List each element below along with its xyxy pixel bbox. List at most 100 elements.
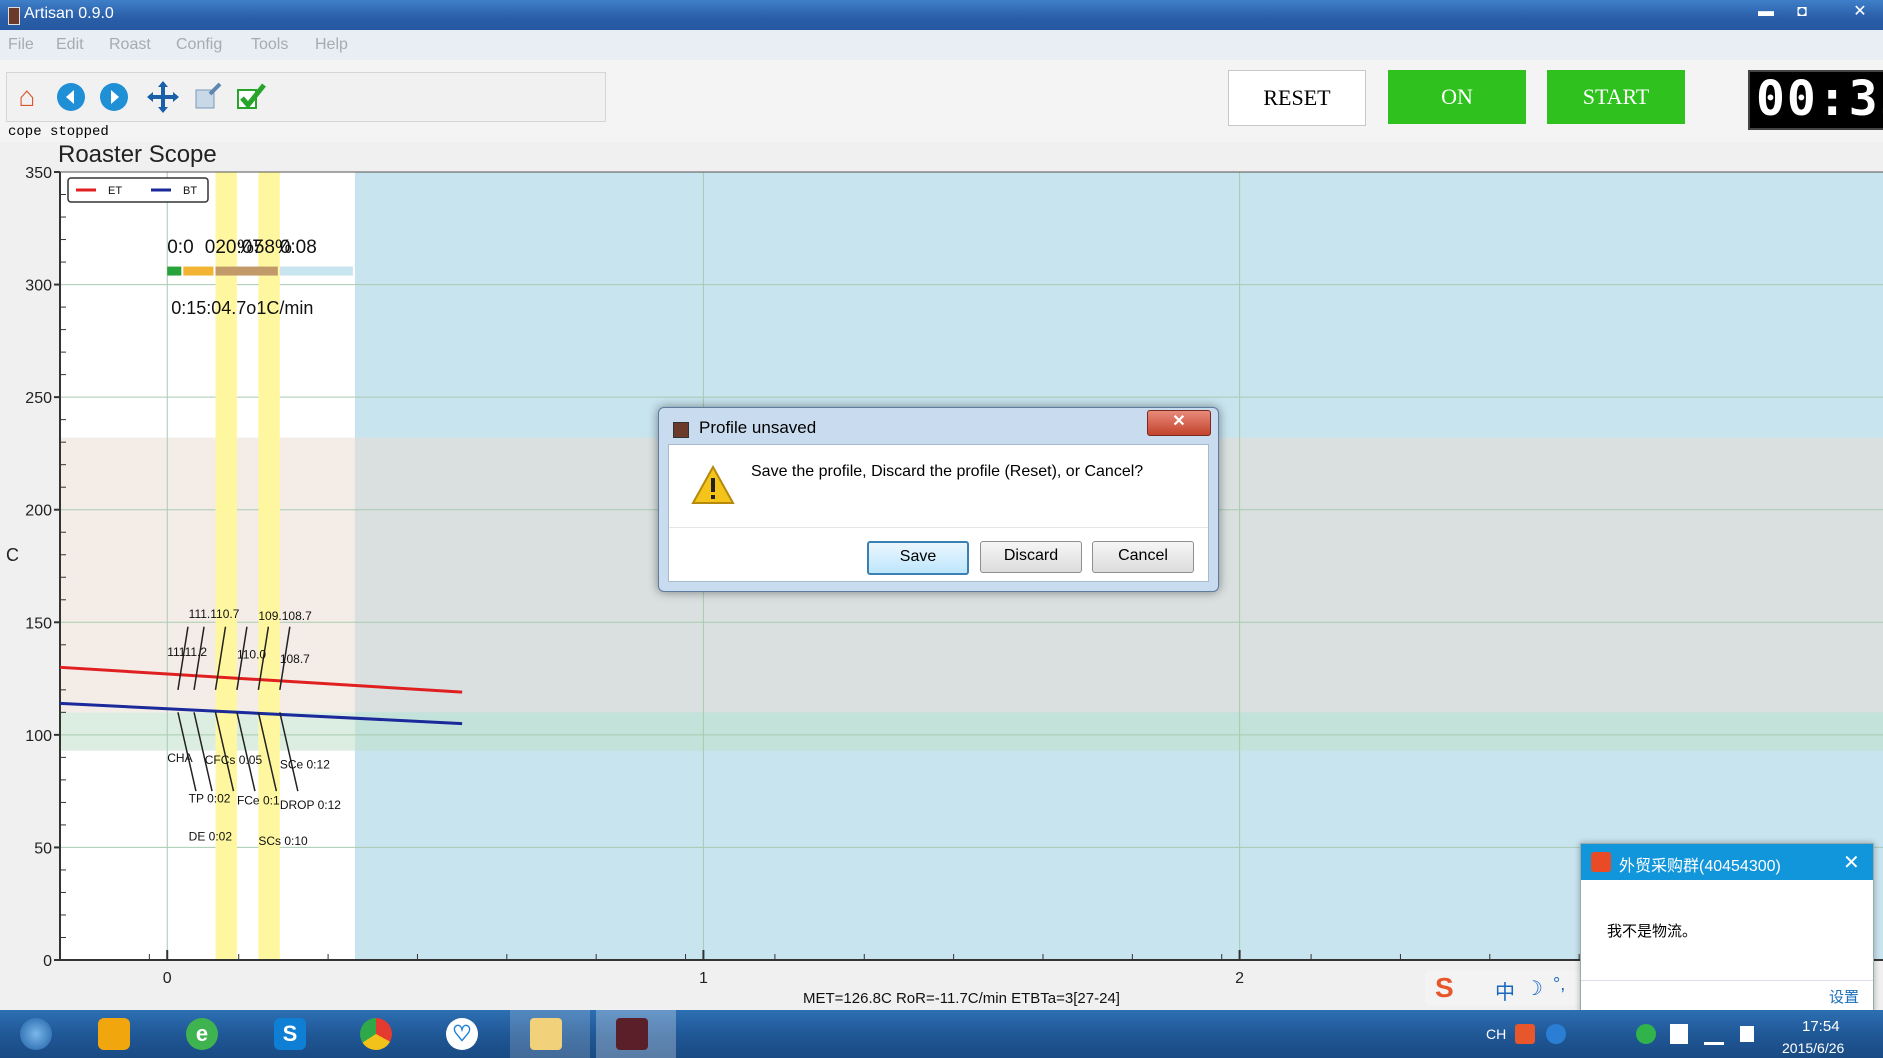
menu-config[interactable]: Config bbox=[176, 36, 222, 54]
cancel-button[interactable]: Cancel bbox=[1092, 541, 1194, 573]
close-window-button[interactable]: ✕ bbox=[1840, 0, 1880, 26]
taskbar-app-4[interactable] bbox=[340, 1010, 412, 1058]
event-temp-label: 11111.2 bbox=[167, 645, 207, 659]
tray-security-icon[interactable] bbox=[1636, 1024, 1656, 1044]
tray-volume-icon[interactable] bbox=[1740, 1026, 1754, 1042]
browser-icon: e bbox=[186, 1018, 218, 1050]
readout-bar: MET=126.8C RoR=-11.7C/min ETBTa=3[27-24] bbox=[803, 990, 1120, 1007]
ror-label: 0:15:04.7o1C/min bbox=[171, 298, 313, 318]
dialog-app-icon bbox=[673, 422, 689, 438]
warning-icon bbox=[691, 464, 735, 510]
x-tick-label: 2 bbox=[1235, 970, 1244, 987]
start-button-windows[interactable] bbox=[0, 1010, 72, 1058]
start-button[interactable]: START bbox=[1547, 70, 1685, 124]
tray-flag-icon[interactable] bbox=[1670, 1024, 1688, 1044]
plot-legend: ET BT bbox=[67, 177, 209, 203]
media-icon bbox=[360, 1018, 392, 1050]
dialog-separator bbox=[669, 527, 1208, 528]
notification-message[interactable]: 我不是物流。 bbox=[1607, 920, 1697, 941]
save-button[interactable]: Save bbox=[867, 541, 969, 575]
event-label: DROP 0:12 bbox=[280, 798, 341, 812]
home-icon[interactable]: ⌂ bbox=[10, 80, 44, 114]
menu-file[interactable]: File bbox=[8, 36, 34, 54]
pan-icon[interactable] bbox=[146, 80, 180, 114]
forward-icon[interactable] bbox=[97, 80, 131, 114]
menu-roast[interactable]: Roast bbox=[109, 36, 151, 54]
profile-unsaved-dialog: Profile unsaved ✕ Save the profile, Disc… bbox=[658, 407, 1219, 592]
tray-network-icon[interactable] bbox=[1704, 1026, 1724, 1045]
nav-toolbar-frame bbox=[6, 72, 606, 122]
window-titlebar: Artisan 0.9.0 ▬ ◘ ✕ bbox=[0, 0, 1883, 30]
group-icon bbox=[1591, 852, 1611, 872]
phase-bar-0 bbox=[167, 266, 182, 276]
clock-date[interactable]: 2015/6/26 bbox=[1782, 1040, 1844, 1056]
chat-notification-popup[interactable]: 外贸采购群(40454300) ✕ 我不是物流。 设置 bbox=[1580, 843, 1874, 1013]
dialog-title: Profile unsaved bbox=[699, 418, 817, 437]
app-logo-icon bbox=[98, 1018, 130, 1050]
y-tick-label: 350 bbox=[25, 165, 52, 182]
event-label: SCe 0:12 bbox=[280, 758, 330, 772]
event-temp-label: 110.0 bbox=[237, 647, 266, 661]
notification-close-button[interactable]: ✕ bbox=[1843, 850, 1860, 875]
notification-divider bbox=[1581, 980, 1873, 981]
moon-icon[interactable]: ☽ bbox=[1525, 976, 1543, 1001]
taskbar-app-2[interactable]: e bbox=[166, 1010, 238, 1058]
app-icon bbox=[8, 7, 20, 25]
ime-mode[interactable]: 中 bbox=[1495, 976, 1515, 1005]
event-temp-label: 111.110.7 bbox=[189, 607, 240, 621]
windows-logo-icon bbox=[20, 1018, 52, 1050]
event-label: TP 0:02 bbox=[189, 791, 231, 805]
status-text: cope stopped bbox=[8, 124, 109, 140]
tray-language[interactable]: CH bbox=[1486, 1026, 1506, 1042]
clock-time[interactable]: 17:54 bbox=[1802, 1018, 1840, 1035]
taskbar-app-3[interactable]: S bbox=[254, 1010, 326, 1058]
notification-header: 外贸采购群(40454300) ✕ bbox=[1581, 844, 1873, 880]
taskbar-artisan[interactable] bbox=[596, 1010, 676, 1058]
y-tick-label: 150 bbox=[25, 615, 52, 632]
menu-help[interactable]: Help bbox=[315, 36, 348, 54]
taskbar-app-5[interactable]: ♡ bbox=[426, 1010, 498, 1058]
punctuation-toggle[interactable]: °, bbox=[1553, 974, 1565, 995]
artisan-icon bbox=[616, 1018, 648, 1050]
phase-bar-1 bbox=[183, 266, 214, 276]
tray-help-icon[interactable] bbox=[1546, 1024, 1566, 1044]
s-app-icon: S bbox=[274, 1018, 306, 1050]
event-label: CFCs 0:05 bbox=[205, 753, 263, 767]
minimize-button[interactable]: ▬ bbox=[1748, 0, 1784, 26]
event-label: DE 0:02 bbox=[189, 830, 233, 844]
tray-ime-icon[interactable] bbox=[1515, 1024, 1535, 1044]
menu-bar: File Edit Roast Config Tools Help bbox=[0, 30, 1883, 60]
on-button[interactable]: ON bbox=[1388, 70, 1526, 124]
taskbar-explorer[interactable] bbox=[510, 1010, 590, 1058]
dialog-message: Save the profile, Discard the profile (R… bbox=[751, 463, 1144, 480]
taskbar: e S ♡ CH 17:54 2015/6/26 bbox=[0, 1010, 1883, 1058]
sogou-logo-icon: S bbox=[1435, 972, 1454, 1003]
x-tick-label: 0 bbox=[163, 970, 172, 987]
back-icon[interactable] bbox=[54, 80, 88, 114]
discard-button[interactable]: Discard bbox=[980, 541, 1082, 573]
zoom-icon[interactable] bbox=[190, 80, 224, 114]
phase-bar-2 bbox=[215, 266, 278, 276]
menu-edit[interactable]: Edit bbox=[56, 36, 84, 54]
dialog-body: Save the profile, Discard the profile (R… bbox=[668, 444, 1209, 582]
ime-toolbar[interactable]: S 中 ☽ °, bbox=[1425, 970, 1585, 1006]
x-tick-label: 1 bbox=[699, 970, 708, 987]
event-temp-label: 108.7 bbox=[280, 652, 310, 666]
menu-tools[interactable]: Tools bbox=[251, 36, 288, 54]
toolbar: ⌂ RESET ON START 00:35 bbox=[0, 60, 1883, 142]
y-tick-label: 50 bbox=[34, 840, 52, 857]
y-tick-label: 200 bbox=[25, 503, 52, 520]
maximize-button[interactable]: ◘ bbox=[1784, 0, 1820, 26]
heart-app-icon: ♡ bbox=[446, 1018, 478, 1050]
dialog-close-button[interactable]: ✕ bbox=[1147, 410, 1211, 436]
y-tick-label: 100 bbox=[25, 728, 52, 745]
window-title: Artisan 0.9.0 bbox=[24, 5, 114, 22]
taskbar-app-1[interactable] bbox=[78, 1010, 150, 1058]
phase-bar-3 bbox=[279, 266, 353, 276]
roast-timer-display: 00:35 bbox=[1748, 70, 1883, 130]
y-tick-label: 0 bbox=[43, 953, 52, 970]
notification-settings-link[interactable]: 设置 bbox=[1829, 986, 1859, 1007]
check-icon[interactable] bbox=[234, 80, 268, 114]
reset-button[interactable]: RESET bbox=[1228, 70, 1366, 126]
event-label: CHA bbox=[167, 751, 192, 765]
